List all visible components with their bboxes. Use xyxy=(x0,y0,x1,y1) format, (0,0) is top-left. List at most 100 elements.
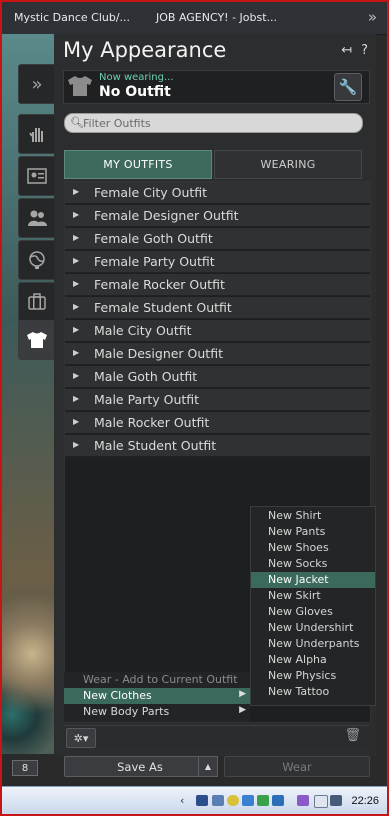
expand-arrow-icon[interactable]: ▶ xyxy=(73,348,79,357)
expand-arrow-icon[interactable]: ▶ xyxy=(73,440,79,449)
outfit-row[interactable]: ▶ Female Student Outfit xyxy=(65,297,370,319)
save-as-dropdown-button[interactable]: ▲ xyxy=(198,756,218,777)
expand-arrow-icon[interactable]: ▶ xyxy=(73,210,79,219)
trash-icon[interactable]: 🗑 xyxy=(344,728,361,743)
now-wearing-label: Now wearing... xyxy=(99,72,174,83)
tray-window-icon[interactable] xyxy=(212,795,224,806)
submenu-item[interactable]: New Tattoo xyxy=(251,684,375,700)
tray-app3-icon[interactable] xyxy=(297,795,309,806)
submenu-item[interactable]: New Undershirt xyxy=(251,620,375,636)
inventory-button[interactable] xyxy=(18,282,56,322)
outfit-row[interactable]: ▶ Female Designer Outfit xyxy=(65,205,370,227)
top-bar: Mystic Dance Club/... JOB AGENCY! - Jobs… xyxy=(2,2,387,35)
gear-icon: ✲▾ xyxy=(73,731,89,745)
hand-icon xyxy=(29,128,43,142)
places-button[interactable] xyxy=(18,240,56,280)
expand-arrow-icon[interactable]: ▶ xyxy=(73,233,79,242)
wrench-icon: 🔧 xyxy=(338,78,358,96)
expand-arrow-icon[interactable]: ▶ xyxy=(73,371,79,380)
chevron-up-icon: ▲ xyxy=(204,762,212,771)
expand-chevron-icon[interactable]: » xyxy=(368,8,377,26)
tray-expand-icon[interactable]: ‹ xyxy=(180,794,184,807)
expand-arrow-icon[interactable]: ▶ xyxy=(73,394,79,403)
outfit-name: Male Designer Outfit xyxy=(94,346,223,361)
title-bar-icons: ↤? xyxy=(332,43,368,58)
expand-arrow-icon[interactable]: ▶ xyxy=(73,187,79,196)
submenu-item[interactable]: New Alpha xyxy=(251,652,375,668)
tab-my-outfits[interactable]: MY OUTFITS xyxy=(64,150,212,179)
submenu-item[interactable]: New Gloves xyxy=(251,604,375,620)
gestures-button[interactable] xyxy=(18,114,56,154)
outfit-row[interactable]: ▶ Male Party Outfit xyxy=(65,389,370,411)
tray-app-icon[interactable] xyxy=(257,795,269,806)
edit-outfit-button[interactable]: 🔧 xyxy=(334,73,362,101)
outfit-row[interactable]: ▶ Female Goth Outfit xyxy=(65,228,370,250)
outfit-row[interactable]: ▶ Male Designer Outfit xyxy=(65,343,370,365)
expand-arrow-icon[interactable]: ▶ xyxy=(73,256,79,265)
submenu-item[interactable]: New Shirt xyxy=(251,508,375,524)
expand-arrow-icon[interactable]: ▶ xyxy=(73,325,79,334)
submenu-item-label: New Shoes xyxy=(268,541,329,554)
outfit-row[interactable]: ▶ Male Rocker Outfit xyxy=(65,412,370,434)
outfit-row[interactable]: ▶ Male Goth Outfit xyxy=(65,366,370,388)
outfit-name: Female Goth Outfit xyxy=(94,231,213,246)
people-button[interactable] xyxy=(18,198,56,238)
submenu-item[interactable]: New Pants xyxy=(251,524,375,540)
submenu-item[interactable]: New Underpants xyxy=(251,636,375,652)
wear-button[interactable]: Wear xyxy=(224,756,370,777)
outfit-row[interactable]: ▶ Female Party Outfit xyxy=(65,251,370,273)
outfit-row[interactable]: ▶ Female City Outfit xyxy=(65,182,370,204)
outfit-row[interactable]: ▶ Female Rocker Outfit xyxy=(65,274,370,296)
submenu-item[interactable]: New Jacket xyxy=(251,572,375,588)
expand-arrow-icon[interactable]: ▶ xyxy=(73,279,79,288)
profile-button[interactable] xyxy=(18,156,56,196)
submenu-item-label: New Pants xyxy=(268,525,326,538)
submenu-item-label: New Tattoo xyxy=(268,685,330,698)
top-tab-dance-club[interactable]: Mystic Dance Club/... xyxy=(14,11,130,24)
expand-arrow-icon[interactable]: ▶ xyxy=(73,302,79,311)
action-buttons: Save As ▲ Wear xyxy=(64,756,370,778)
new-clothes-submenu: New Shirt New Pants New Shoes New Socks New … xyxy=(250,506,376,706)
submenu-item[interactable]: New Skirt xyxy=(251,588,375,604)
tray-network-icon[interactable] xyxy=(242,795,254,806)
clock: 22:26 xyxy=(351,795,379,807)
submenu-item[interactable]: New Socks xyxy=(251,556,375,572)
count-badge[interactable]: 8 xyxy=(12,760,38,776)
undock-icon[interactable]: ↤ xyxy=(341,43,352,58)
outfit-name: Male Rocker Outfit xyxy=(94,415,210,430)
submenu-item[interactable]: New Shoes xyxy=(251,540,375,556)
submenu-item-label: New Socks xyxy=(268,557,328,570)
help-icon[interactable]: ? xyxy=(361,43,368,58)
outfit-tabs: MY OUTFITS WEARING xyxy=(64,150,362,179)
current-outfit-name: No Outfit xyxy=(99,84,171,100)
submenu-item-label: New Jacket xyxy=(268,573,329,586)
tray-app2-icon[interactable] xyxy=(272,795,284,806)
menu-item-new-clothes[interactable]: New Clothes ▶ xyxy=(64,688,250,704)
collapse-sidebar-button[interactable]: » xyxy=(18,64,56,104)
outfit-name: Male City Outfit xyxy=(94,323,192,338)
outfit-row[interactable]: ▶ Male City Outfit xyxy=(65,320,370,342)
menu-item-new-body-parts[interactable]: New Body Parts ▶ xyxy=(64,704,250,720)
menu-item-label: Wear - Add to Current Outfit xyxy=(83,673,238,686)
filter-outfits-input[interactable]: 🔍︎ Filter Outfits xyxy=(64,113,363,133)
tab-wearing[interactable]: WEARING xyxy=(214,150,362,179)
outfit-name: Male Party Outfit xyxy=(94,392,200,407)
top-tab-job-agency[interactable]: JOB AGENCY! - Jobst... xyxy=(156,11,277,24)
tray-monitor-icon[interactable] xyxy=(196,795,208,806)
now-wearing-box: Now wearing... No Outfit 🔧 xyxy=(63,70,370,104)
menu-item-label: New Body Parts xyxy=(83,705,170,718)
appearance-button[interactable] xyxy=(18,320,56,360)
outfit-name: Female Student Outfit xyxy=(94,300,232,315)
outfit-row[interactable]: ▶ Male Student Outfit xyxy=(65,435,370,457)
tray-battery-icon[interactable] xyxy=(314,795,328,808)
globe-icon xyxy=(29,251,45,269)
filter-placeholder: Filter Outfits xyxy=(83,117,151,130)
submenu-item[interactable]: New Physics xyxy=(251,668,375,684)
save-as-button[interactable]: Save As xyxy=(64,756,216,777)
expand-arrow-icon[interactable]: ▶ xyxy=(73,417,79,426)
tray-volume-icon[interactable] xyxy=(330,795,342,806)
tray-chrome-icon[interactable] xyxy=(227,795,239,806)
tshirt-icon xyxy=(68,76,92,96)
gear-menu-button[interactable]: ✲▾ xyxy=(66,728,96,748)
menu-item-wear-add[interactable]: Wear - Add to Current Outfit xyxy=(64,672,250,688)
